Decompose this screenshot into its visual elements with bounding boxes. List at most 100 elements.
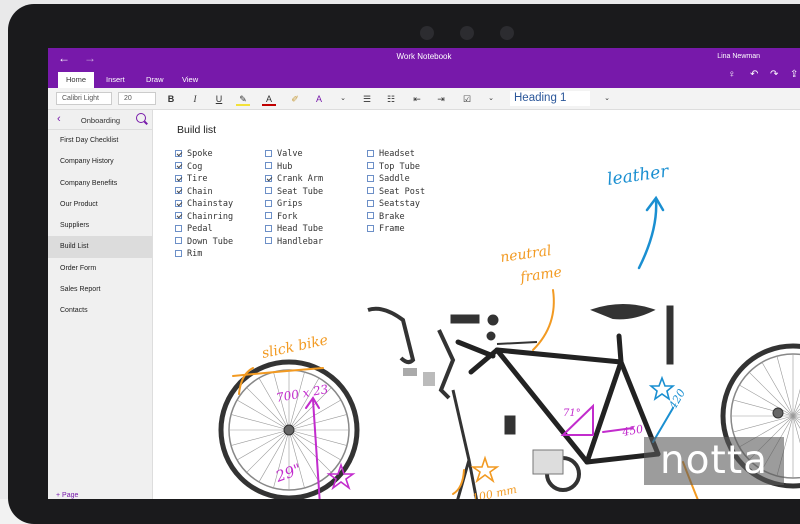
checklist-item[interactable]: Cog (175, 161, 233, 174)
page-item[interactable]: Suppliers (48, 215, 152, 236)
outdent-icon[interactable]: ⇤ (410, 92, 424, 106)
ink-leather: leather (606, 161, 671, 190)
checklist-item[interactable]: Rim (175, 248, 233, 261)
checklist-item[interactable]: Hub (265, 161, 323, 174)
lightbulb-icon[interactable]: ♀ (728, 69, 736, 80)
unchecked-checkbox-icon[interactable] (175, 224, 182, 232)
user-name[interactable]: Lina Newman (717, 53, 760, 60)
unchecked-checkbox-icon[interactable] (367, 224, 374, 232)
indent-icon[interactable]: ⇥ (434, 92, 448, 106)
spoke (792, 415, 800, 444)
checked-checkbox-icon[interactable] (175, 149, 182, 157)
font-color-icon[interactable]: A (262, 92, 276, 106)
checked-checkbox-icon[interactable] (175, 187, 182, 194)
highlight-icon[interactable]: ✎ (236, 92, 250, 106)
italic-icon[interactable]: I (188, 92, 202, 106)
bold-icon[interactable]: B (164, 92, 178, 106)
unchecked-checkbox-icon[interactable] (265, 162, 272, 169)
page-item[interactable]: Our Product (48, 194, 152, 215)
checklist-item[interactable]: Seat Tube (265, 186, 323, 199)
todo-checkbox-icon[interactable]: ☑ (460, 92, 474, 106)
checklist-item-label: Cog (187, 161, 203, 172)
checklist-item[interactable]: Headset (367, 148, 425, 161)
page-item[interactable]: Company Benefits (48, 173, 152, 194)
checklist-item[interactable]: Fork (265, 211, 323, 224)
page-item[interactable]: Sales Report (48, 279, 152, 300)
undo-icon[interactable]: ↶ (750, 69, 758, 80)
checklist-item[interactable]: Tire (175, 173, 233, 186)
checklist-item[interactable]: Top Tube (367, 161, 425, 174)
search-icon[interactable] (136, 113, 146, 123)
checked-checkbox-icon[interactable] (175, 174, 182, 182)
tab-view[interactable]: View (174, 72, 206, 88)
page-item[interactable]: Order Form (48, 258, 152, 279)
unchecked-checkbox-icon[interactable] (367, 212, 374, 219)
checklist-item[interactable]: Valve (265, 148, 323, 161)
spoke (792, 415, 800, 429)
checklist-item[interactable]: Brake (367, 211, 425, 224)
unchecked-checkbox-icon[interactable] (265, 237, 272, 244)
unchecked-checkbox-icon[interactable] (367, 162, 374, 169)
underline-icon[interactable]: U (212, 92, 226, 106)
chevron-down-icon[interactable]: ⌄ (600, 92, 614, 106)
ink-100mm: 100 mm (471, 483, 518, 499)
unchecked-checkbox-icon[interactable] (367, 187, 374, 194)
chevron-down-icon[interactable]: ⌄ (484, 92, 498, 106)
redo-icon[interactable]: ↷ (770, 69, 778, 80)
add-page-button[interactable]: + Page (56, 492, 78, 499)
tab-draw[interactable]: Draw (138, 72, 172, 88)
share-icon[interactable]: ⇪ (790, 69, 798, 80)
onenote-window: ← → Work Notebook Lina Newman Home Inser… (48, 48, 800, 499)
unchecked-checkbox-icon[interactable] (265, 199, 272, 207)
page-item[interactable]: Company History (48, 151, 152, 172)
spoke (792, 388, 800, 417)
page-item[interactable]: Build List (48, 236, 152, 258)
spoke (733, 415, 794, 433)
checked-checkbox-icon[interactable] (175, 162, 182, 169)
numbering-icon[interactable]: ☷ (384, 92, 398, 106)
unchecked-checkbox-icon[interactable] (175, 237, 182, 244)
checklist-item[interactable]: Seat Post (367, 186, 425, 199)
page-item[interactable]: Contacts (48, 300, 152, 321)
unchecked-checkbox-icon[interactable] (367, 174, 374, 182)
checklist-item[interactable]: Spoke (175, 148, 233, 161)
checklist-item[interactable]: Crank Arm (265, 173, 323, 186)
font-size-box[interactable]: 20 (118, 92, 156, 105)
checklist-item[interactable]: Saddle (367, 173, 425, 186)
checklist-item[interactable]: Pedal (175, 223, 233, 236)
checklist-item[interactable]: Grips (265, 198, 323, 211)
checked-checkbox-icon[interactable] (175, 212, 182, 219)
checklist-item[interactable]: Head Tube (265, 223, 323, 236)
unchecked-checkbox-icon[interactable] (367, 149, 374, 157)
checklist-item[interactable]: Chainstay (175, 198, 233, 211)
checklist-item[interactable]: Down Tube (175, 236, 233, 249)
text-effects-icon[interactable]: A (312, 92, 326, 106)
bike-frame (455, 333, 661, 465)
unchecked-checkbox-icon[interactable] (265, 224, 272, 232)
tab-home[interactable]: Home (58, 72, 95, 88)
style-box[interactable]: Heading 1 (510, 91, 590, 106)
tab-insert[interactable]: Insert (98, 72, 133, 88)
checklist-item[interactable]: Chainring (175, 211, 233, 224)
unchecked-checkbox-icon[interactable] (265, 187, 272, 194)
checked-checkbox-icon[interactable] (265, 174, 272, 182)
checklist-item[interactable]: Seatstay (367, 198, 425, 211)
font-family-box[interactable]: Calibri Light (56, 92, 112, 105)
spoke (792, 403, 800, 417)
bullets-icon[interactable]: ☰ (360, 92, 374, 106)
checked-checkbox-icon[interactable] (175, 199, 182, 207)
unchecked-checkbox-icon[interactable] (265, 149, 272, 157)
chevron-down-icon[interactable]: ⌄ (336, 92, 350, 106)
checklist-item[interactable]: Handlebar (265, 236, 323, 249)
note-title[interactable]: Build list (177, 124, 216, 136)
checklist-item[interactable]: Frame (367, 223, 425, 236)
unchecked-checkbox-icon[interactable] (265, 212, 272, 219)
unchecked-checkbox-icon[interactable] (367, 199, 374, 207)
ink-frame: frame (518, 264, 563, 286)
spoke (776, 356, 794, 417)
page-item[interactable]: First Day Checklist (48, 130, 152, 151)
checklist-item[interactable]: Chain (175, 186, 233, 199)
unchecked-checkbox-icon[interactable] (175, 249, 182, 257)
format-painter-icon[interactable]: ✐ (288, 92, 302, 106)
spoke (733, 399, 794, 417)
